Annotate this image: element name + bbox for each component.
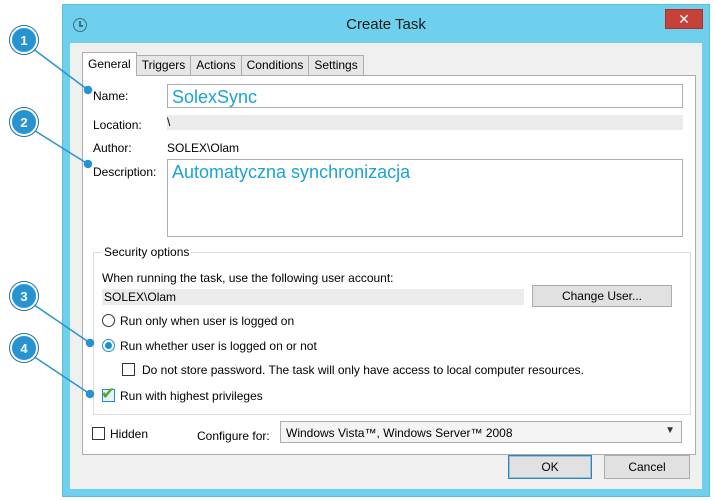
dialog-client: General Triggers Actions Conditions Sett… (70, 43, 702, 489)
cancel-button[interactable]: Cancel (604, 455, 690, 479)
checkmark-icon: ✔ (101, 384, 116, 403)
callout-1: 1 (10, 26, 38, 54)
location-field: \ (167, 115, 683, 130)
account-prompt: When running the task, use the following… (102, 271, 394, 285)
highest-privileges-checkbox[interactable]: ✔ (101, 384, 115, 403)
close-button[interactable]: ✕ (665, 9, 703, 29)
change-user-button[interactable]: Change User... (532, 285, 672, 307)
title-bar[interactable]: Create Task ✕ (63, 5, 709, 43)
security-options-title: Security options (102, 245, 192, 259)
name-value: SolexSync (172, 87, 258, 107)
no-store-password-checkbox[interactable] (122, 363, 135, 376)
author-value: SOLEX\Olam (167, 141, 240, 155)
author-label: Author: (93, 141, 132, 155)
radio-whether-logged-on[interactable] (102, 339, 115, 352)
radio-whether-logged-on-label[interactable]: Run whether user is logged on or not (120, 339, 317, 353)
tab-strip: General Triggers Actions Conditions Sett… (82, 52, 364, 76)
general-panel: Name: SolexSync Location: \ Author: SOLE… (82, 75, 696, 455)
description-value: Automatyczna synchronizacja (172, 162, 411, 182)
callout-3: 3 (10, 282, 38, 310)
window-title: Create Task (346, 16, 426, 33)
ok-button[interactable]: OK (508, 455, 592, 479)
location-label: Location: (93, 118, 142, 132)
name-input[interactable]: SolexSync (167, 84, 683, 108)
description-label: Description: (93, 165, 157, 179)
tab-conditions[interactable]: Conditions (240, 55, 310, 75)
configure-for-select[interactable]: Windows Vista™, Windows Server™ 2008 ▼ (280, 421, 682, 443)
tab-settings[interactable]: Settings (308, 55, 364, 75)
tab-triggers[interactable]: Triggers (135, 55, 192, 75)
tab-actions[interactable]: Actions (190, 55, 242, 75)
security-options-group: Security options When running the task, … (93, 245, 691, 415)
hidden-checkbox[interactable] (92, 427, 105, 440)
configure-for-value: Windows Vista™, Windows Server™ 2008 (286, 426, 513, 440)
description-textarea[interactable]: Automatyczna synchronizacja (167, 159, 683, 237)
name-label: Name: (93, 89, 129, 103)
configure-for-label: Configure for: (197, 429, 270, 443)
callout-2: 2 (10, 108, 38, 136)
radio-logged-on-label[interactable]: Run only when user is logged on (120, 314, 294, 328)
user-account-field: SOLEX\Olam (102, 289, 524, 305)
callout-4: 4 (10, 334, 38, 362)
create-task-window: Create Task ✕ General Triggers Actions C… (62, 4, 710, 497)
location-value: \ (167, 115, 171, 129)
hidden-label[interactable]: Hidden (110, 427, 148, 441)
radio-logged-on[interactable] (102, 314, 115, 327)
chevron-down-icon: ▼ (665, 425, 675, 436)
tab-general[interactable]: General (82, 52, 137, 76)
no-store-password-label[interactable]: Do not store password. The task will onl… (142, 363, 584, 377)
highest-privileges-label[interactable]: Run with highest privileges (120, 389, 263, 403)
user-account-value: SOLEX\Olam (104, 290, 177, 304)
